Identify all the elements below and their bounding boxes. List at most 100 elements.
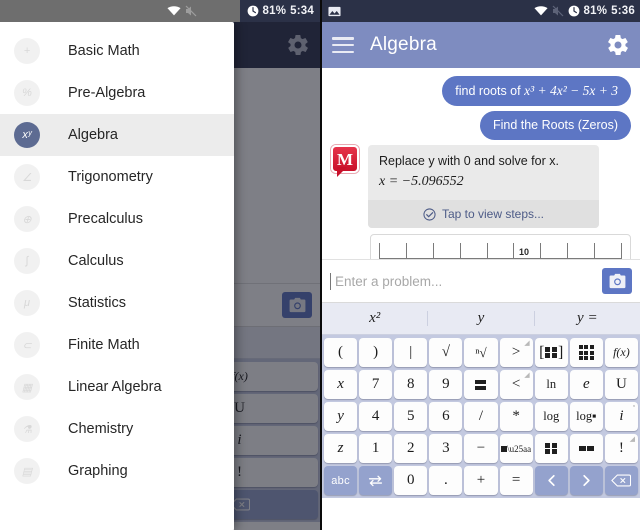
statistics-icon: μ — [14, 290, 40, 316]
key-greater-than[interactable]: > ◢ — [499, 338, 533, 367]
sidebar-item-label: Basic Math — [68, 43, 140, 59]
key-plus[interactable]: + — [464, 466, 498, 495]
key-function-fx[interactable]: f(x) — [604, 338, 638, 367]
sidebar-item-label: Finite Math — [68, 337, 140, 353]
drawer-scrim[interactable] — [234, 22, 320, 530]
key-swap-keyboard[interactable] — [359, 466, 393, 495]
bot-instruction: Replace y with 0 and solve for x. — [379, 154, 559, 169]
key-backspace[interactable] — [604, 466, 638, 495]
sidebar-item-pre-algebra[interactable]: % Pre-Algebra — [0, 72, 234, 114]
camera-icon[interactable] — [602, 268, 632, 294]
key-var-y[interactable]: y — [324, 402, 358, 431]
user-query-bubble[interactable]: find roots of x³ + 4x² − 5x + 3 — [442, 76, 631, 107]
sidebar-item-linear-algebra[interactable]: ▦ Linear Algebra — [0, 366, 234, 408]
graphing-icon: ▤ — [14, 458, 40, 484]
bot-answer-card: Replace y with 0 and solve for x. x = −5… — [368, 145, 599, 229]
bot-answer-value: x = −5.096552 — [379, 174, 464, 190]
key-nth-root[interactable]: ⁿ√ — [464, 338, 498, 367]
key-euler-e[interactable]: e — [569, 370, 603, 399]
key-imaginary-i[interactable]: iⁿ — [604, 402, 638, 431]
key-abc-keyboard[interactable]: abc — [324, 466, 358, 495]
pre-algebra-icon: % — [14, 80, 40, 106]
gear-icon[interactable] — [606, 33, 630, 57]
key-union[interactable]: U — [604, 370, 638, 399]
sidebar-item-label: Calculus — [68, 253, 124, 269]
key-1[interactable]: 1 — [359, 434, 393, 463]
key-4[interactable]: 4 — [359, 402, 393, 431]
key-3[interactable]: 3 — [429, 434, 463, 463]
key-decimal-point[interactable]: . — [429, 466, 463, 495]
key-cursor-left[interactable] — [534, 466, 568, 495]
suggestion-chip-y[interactable]: y — [428, 311, 535, 326]
key-square-root[interactable]: √ — [429, 338, 463, 367]
input-placeholder-text: Enter a problem... — [335, 273, 443, 289]
alarm-clock-icon — [568, 5, 580, 17]
suggestion-chip-y-equals[interactable]: y = — [535, 311, 640, 326]
math-keyboard: ( ) | √ ⁿ√ > ◢ [] f(x) x 7 8 9 < ◢ ln e U — [322, 335, 640, 498]
key-factorial[interactable]: ! ◢ — [604, 434, 638, 463]
key-multiply[interactable]: * — [499, 402, 533, 431]
key-power[interactable]: \u25aa — [499, 434, 533, 463]
key-9[interactable]: 9 — [429, 370, 463, 399]
sidebar-item-calculus[interactable]: ∫ Calculus — [0, 240, 234, 282]
user-query-prefix: find roots of — [455, 84, 525, 98]
key-natural-log[interactable]: ln — [534, 370, 568, 399]
key-7[interactable]: 7 — [359, 370, 393, 399]
sidebar-item-label: Statistics — [68, 295, 127, 311]
tap-to-view-steps-button[interactable]: Tap to view steps... — [368, 200, 599, 229]
right-app-bar: Algebra — [322, 22, 640, 68]
sidebar-item-basic-math[interactable]: + Basic Math — [0, 30, 234, 72]
sidebar-item-graphing[interactable]: ▤ Graphing — [0, 450, 234, 492]
search-input[interactable]: Enter a problem... — [335, 274, 602, 289]
graph-table-peek[interactable]: 10 — [370, 234, 631, 259]
sidebar-item-statistics[interactable]: μ Statistics — [0, 282, 234, 324]
key-2[interactable]: 2 — [394, 434, 428, 463]
chat-row-user-query: find roots of x³ + 4x² − 5x + 3 — [322, 76, 640, 107]
chat-row-user-action: Find the Roots (Zeros) — [322, 111, 640, 141]
key-var-z[interactable]: z — [324, 434, 358, 463]
key-log-base[interactable]: log▪ — [569, 402, 603, 431]
sidebar-item-finite-math[interactable]: ⊂ Finite Math — [0, 324, 234, 366]
key-divide[interactable]: / — [464, 402, 498, 431]
mathway-logo-icon: M — [331, 145, 359, 178]
sidebar-item-chemistry[interactable]: ⚗ Chemistry — [0, 408, 234, 450]
user-action-bubble[interactable]: Find the Roots (Zeros) — [479, 111, 631, 141]
right-pane-algebra-session: 81% 5:36 Algebra find roots of x³ + 4x² … — [320, 0, 640, 530]
sidebar-item-label: Chemistry — [68, 421, 134, 437]
key-equals[interactable]: = — [499, 466, 533, 495]
sidebar-item-algebra[interactable]: xʸ Algebra — [0, 114, 234, 156]
left-status-bar: 81% 5:34 — [0, 0, 320, 22]
sidebar-item-precalculus[interactable]: ⊕ Precalculus — [0, 198, 234, 240]
key-var-x[interactable]: x — [324, 370, 358, 399]
key-fraction[interactable] — [464, 370, 498, 399]
page-title: Algebra — [370, 34, 437, 55]
keyboard-row-5: abc 0 . + = — [324, 466, 638, 495]
key-8[interactable]: 8 — [394, 370, 428, 399]
key-5[interactable]: 5 — [394, 402, 428, 431]
suggestion-chip-x-squared[interactable]: x² — [322, 311, 429, 326]
key-6[interactable]: 6 — [429, 402, 463, 431]
key-log[interactable]: log — [534, 402, 568, 431]
sidebar-item-label: Graphing — [68, 463, 128, 479]
key-matrix-3x3[interactable] — [569, 338, 603, 367]
key-row-vector[interactable] — [569, 434, 603, 463]
key-minus[interactable]: − — [464, 434, 498, 463]
wifi-icon — [167, 6, 181, 16]
basic-math-icon: + — [14, 38, 40, 64]
key-right-paren[interactable]: ) — [359, 338, 393, 367]
key-0[interactable]: 0 — [394, 466, 428, 495]
sidebar-item-label: Algebra — [68, 127, 118, 143]
text-caret — [330, 272, 331, 290]
key-absolute-value[interactable]: | — [394, 338, 428, 367]
key-cursor-right[interactable] — [569, 466, 603, 495]
finite-math-icon: ⊂ — [14, 332, 40, 358]
hamburger-menu-icon[interactable] — [332, 37, 354, 53]
keyboard-row-3: y 4 5 6 / * log log▪ iⁿ — [324, 402, 638, 431]
drawer-item-list: + Basic Math % Pre-Algebra xʸ Algebra ∠ … — [0, 22, 234, 492]
sidebar-item-label: Precalculus — [68, 211, 143, 227]
key-left-paren[interactable]: ( — [324, 338, 358, 367]
key-matrix-block[interactable] — [534, 434, 568, 463]
sidebar-item-trigonometry[interactable]: ∠ Trigonometry — [0, 156, 234, 198]
key-bracket-matrix[interactable]: [] — [534, 338, 568, 367]
key-less-than[interactable]: < ◢ — [499, 370, 533, 399]
